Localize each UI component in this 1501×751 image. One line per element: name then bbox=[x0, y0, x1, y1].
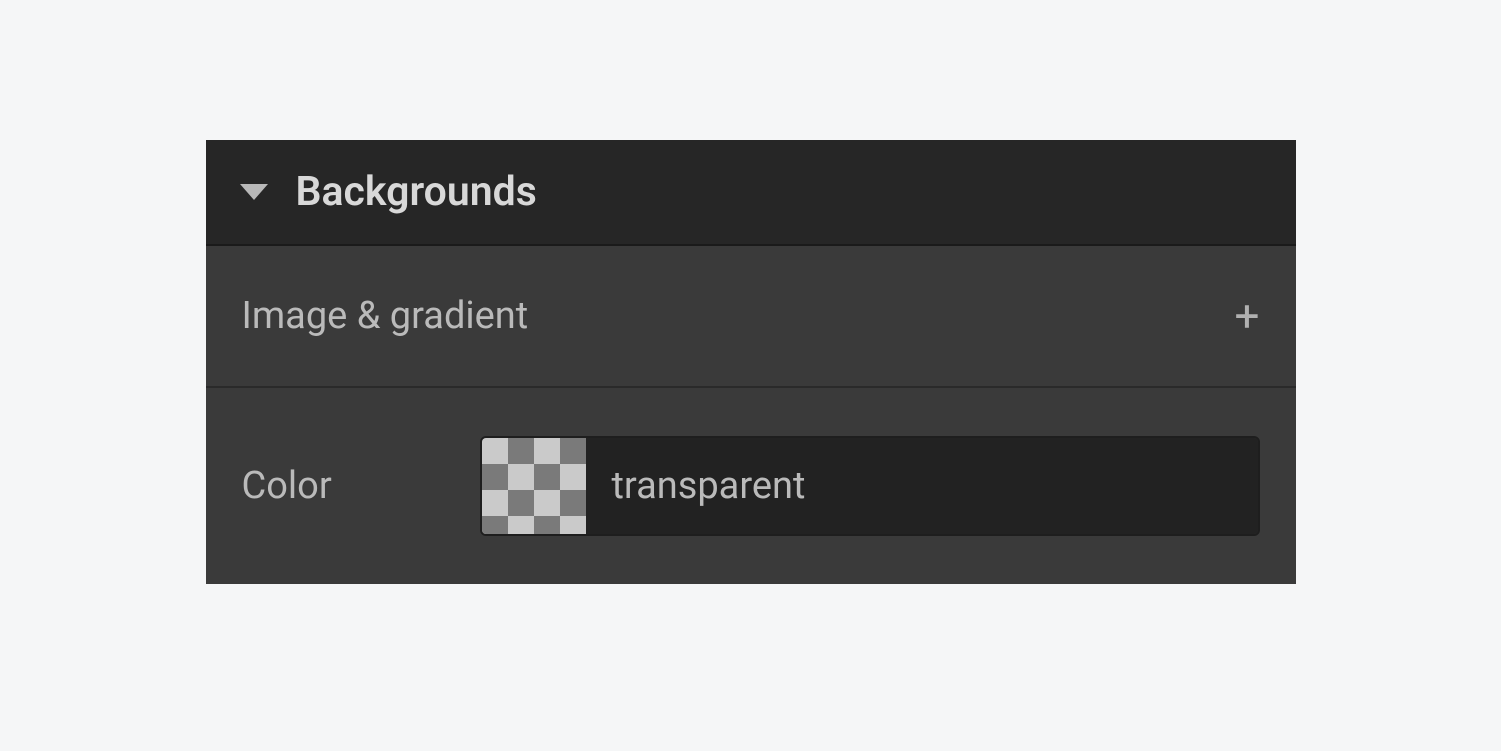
section-header[interactable]: Backgrounds bbox=[206, 140, 1296, 246]
collapse-triangle-icon[interactable] bbox=[240, 184, 268, 200]
backgrounds-panel: Backgrounds Image & gradient + Color tra… bbox=[206, 140, 1296, 584]
color-label: Color bbox=[242, 464, 480, 508]
color-row: Color transparent bbox=[206, 388, 1296, 584]
add-image-gradient-icon[interactable]: + bbox=[1235, 294, 1260, 338]
section-title: Backgrounds bbox=[296, 168, 537, 216]
color-value-input[interactable]: transparent bbox=[586, 438, 1258, 534]
image-gradient-row: Image & gradient + bbox=[206, 246, 1296, 388]
color-swatch-button[interactable] bbox=[482, 438, 586, 534]
color-input-group: transparent bbox=[480, 436, 1260, 536]
image-gradient-label: Image & gradient bbox=[242, 294, 529, 338]
